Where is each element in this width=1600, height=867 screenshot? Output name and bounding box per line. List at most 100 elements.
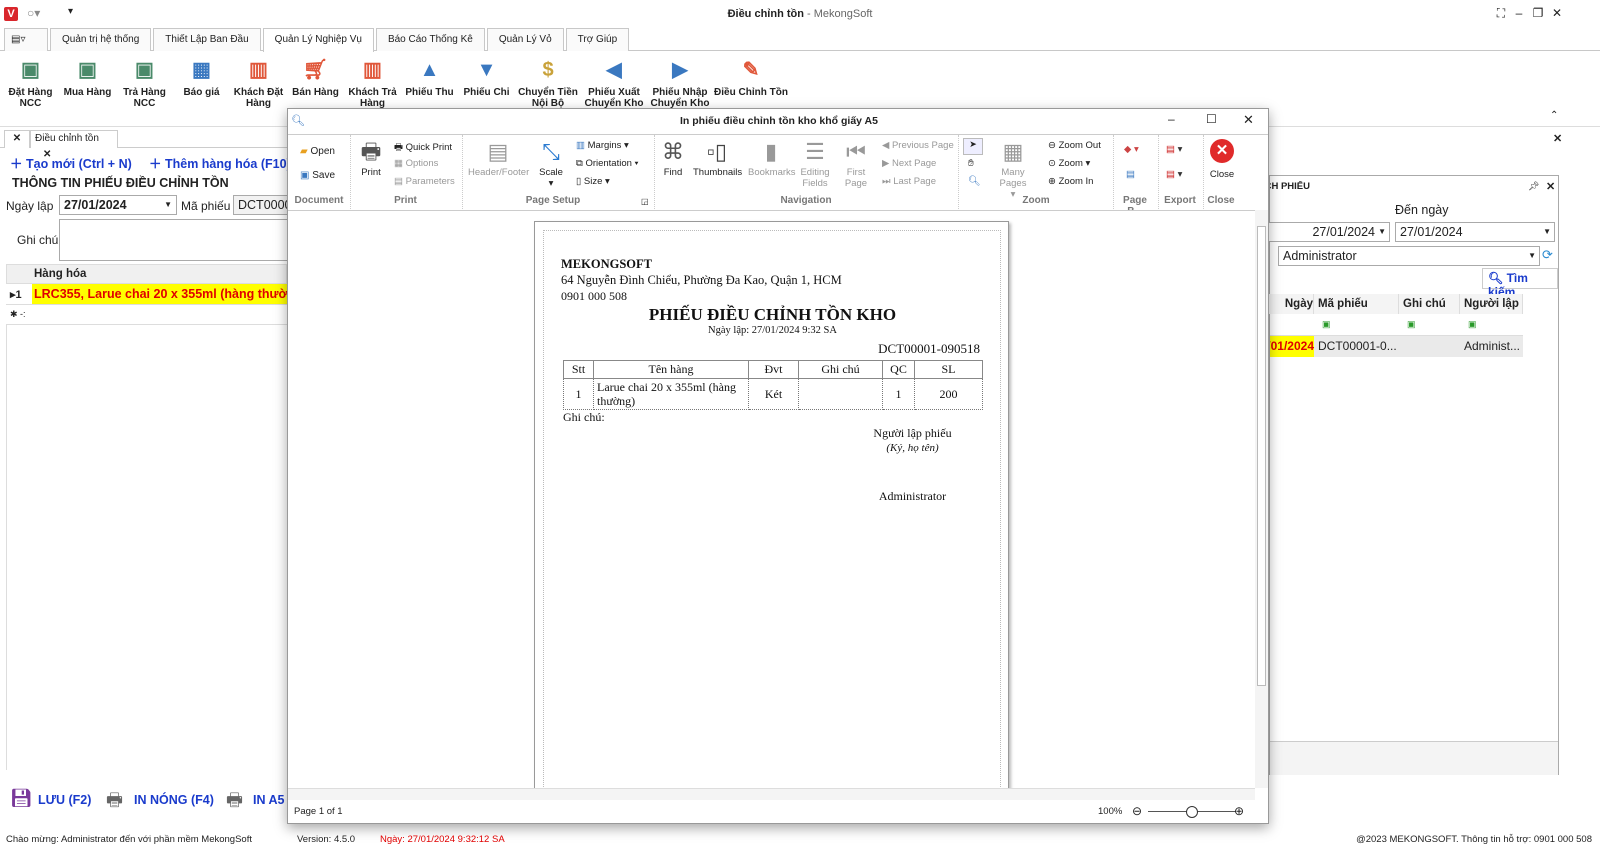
- save-button[interactable]: ▣ Save: [300, 170, 335, 181]
- dialog-close-button[interactable]: ✕: [1243, 112, 1254, 128]
- status-bar: Chào mừng: Administrator đến với phần mề…: [0, 830, 1600, 850]
- close-panel-icon[interactable]: ✕: [1553, 132, 1562, 145]
- tab-quan-tri[interactable]: Quản trị hệ thống: [50, 28, 152, 51]
- close-all-tabs-icon[interactable]: ✕: [4, 130, 30, 148]
- hand-tool-icon[interactable]: ✋︎: [968, 158, 974, 169]
- ribbon-mua-hang[interactable]: ▣ Mua Hàng: [59, 51, 116, 126]
- orientation-button[interactable]: ⧉ Orientation ▾: [576, 158, 639, 169]
- margins-button[interactable]: ▥ Margins ▾: [576, 140, 629, 151]
- watermark-button[interactable]: ▤: [1126, 169, 1135, 180]
- contact-add-icon: ▣: [78, 59, 97, 81]
- row-item-cell[interactable]: LRC355, Larue chai 20 x 355ml (hàng thườ…: [32, 284, 287, 304]
- zoom-slider-minus-icon[interactable]: ⊖: [1132, 804, 1142, 818]
- vertical-scrollbar[interactable]: [1255, 210, 1268, 788]
- tab-tro-giup[interactable]: Trợ Giúp: [565, 28, 630, 51]
- filter-row[interactable]: ▣ ▣ ▣: [1270, 314, 1523, 336]
- tab-thiet-lap[interactable]: Thiết Lập Ban Đầu: [153, 28, 261, 51]
- header-footer-button[interactable]: ▤ Header/Footer: [468, 137, 529, 178]
- print-hot-button[interactable]: IN NÓNG (F4): [134, 793, 214, 807]
- export-pdf-button[interactable]: ▤ ▾: [1166, 144, 1182, 155]
- app-menu-button[interactable]: ▤▿: [4, 28, 48, 51]
- collapse-ribbon-icon[interactable]: ⌃: [1550, 110, 1558, 121]
- bookmarks-button[interactable]: ▮ Bookmarks: [748, 137, 796, 178]
- scrollbar-thumb[interactable]: [1257, 226, 1266, 686]
- fullscreen-icon[interactable]: ⛶: [1492, 6, 1510, 21]
- pointer-tool-button[interactable]: ➤: [963, 138, 983, 155]
- tab-quan-ly-nghiep-vu[interactable]: Quản Lý Nghiệp Vụ: [262, 28, 374, 52]
- save-button[interactable]: LƯU (F2): [38, 793, 91, 807]
- ribbon-label: Phiếu Thu: [405, 87, 454, 98]
- restore-button[interactable]: ❐: [1529, 6, 1547, 20]
- tab-bao-cao[interactable]: Báo Cáo Thống Kê: [375, 28, 485, 51]
- filter-icon[interactable]: ▣: [1322, 319, 1331, 330]
- new-row[interactable]: ✱ -:: [6, 305, 287, 325]
- status-date: Ngày: 27/01/2024 9:32:12 SA: [380, 834, 505, 845]
- horizontal-scrollbar[interactable]: [288, 788, 1255, 800]
- close-window-button[interactable]: ✕: [1548, 6, 1566, 20]
- grid-row[interactable]: ▸1 LRC355, Larue chai 20 x 355ml (hàng t…: [6, 284, 287, 305]
- scale-button[interactable]: ⤡ Scale ▾: [536, 137, 566, 189]
- note-input[interactable]: [59, 219, 294, 261]
- magnifier-tool-icon[interactable]: 🔍︎: [968, 176, 981, 187]
- folder-icon: ▰: [300, 146, 308, 157]
- find-button[interactable]: ⌘ Find: [660, 137, 686, 178]
- zoom-button[interactable]: ⊙ Zoom ▾: [1048, 158, 1090, 169]
- zoom-slider-thumb[interactable]: [1186, 806, 1198, 818]
- zoom-slider-plus-icon[interactable]: ⊕: [1234, 804, 1244, 818]
- refresh-icon[interactable]: ⟳: [1542, 247, 1553, 263]
- previous-page-button[interactable]: ◀ Previous Page: [882, 140, 954, 151]
- print-a5-button[interactable]: IN A5: [253, 793, 285, 807]
- grid-header-hang-hoa: Hàng hóa: [34, 268, 87, 280]
- printer-icon: 🖶: [360, 139, 382, 164]
- table-row[interactable]: 27/01/2024 DCT00001-0... Administ...: [1270, 336, 1523, 357]
- ribbon-tra-hang-ncc[interactable]: ▣ Trả Hàng NCC: [116, 51, 173, 126]
- quick-print-button[interactable]: 🖶 Quick Print: [394, 140, 452, 156]
- filter-icon[interactable]: ▣: [1407, 319, 1416, 330]
- cell-dvt: Két: [748, 378, 799, 410]
- code-field[interactable]: DCT0000: [233, 195, 293, 215]
- search-button[interactable]: 🔍︎ Tìm kiếm: [1482, 268, 1558, 299]
- col-ngay-lap[interactable]: Ngày lập: [1266, 294, 1314, 314]
- pin-icon[interactable]: 📌︎: [1528, 181, 1539, 192]
- first-page-button[interactable]: ⏮ First Page: [841, 137, 871, 189]
- minimize-button[interactable]: –: [1510, 6, 1528, 20]
- doc-tab-dieu-chinh-ton[interactable]: Điều chỉnh tồn ✕: [30, 130, 118, 160]
- report-code: DCT00001-090518: [878, 341, 980, 356]
- page-color-button[interactable]: ◆ ▾: [1124, 144, 1139, 155]
- many-pages-button[interactable]: ▦ Many Pages ▾: [988, 137, 1038, 200]
- open-button[interactable]: ▰ Open: [300, 146, 335, 157]
- print-button[interactable]: 🖶 Print: [356, 137, 386, 178]
- options-button[interactable]: ▦ Options: [394, 158, 438, 169]
- last-page-button[interactable]: ⏭ Last Page: [882, 176, 936, 187]
- to-date-picker[interactable]: 27/01/2024 ▼: [1395, 222, 1555, 242]
- size-button[interactable]: ▯ Size ▾: [576, 176, 610, 187]
- zoom-out-button[interactable]: ⊖ Zoom Out: [1048, 140, 1101, 151]
- parameters-button[interactable]: ▤ Parameters: [394, 176, 455, 187]
- editing-fields-button[interactable]: ☰ Editing Fields: [797, 137, 833, 189]
- zoom-slider[interactable]: [1148, 806, 1236, 818]
- date-value: 27/01/2024: [64, 198, 127, 212]
- next-page-button[interactable]: ▶ Next Page: [882, 158, 936, 169]
- ribbon-dat-hang-ncc[interactable]: ▣ Đặt Hàng NCC: [2, 51, 59, 126]
- ribbon-bao-gia[interactable]: ▦ Báo giá: [173, 51, 230, 126]
- close-panel-icon[interactable]: ✕: [1546, 180, 1555, 193]
- filter-icon[interactable]: ▣: [1468, 319, 1477, 330]
- dialog-maximize-button[interactable]: ☐: [1206, 112, 1217, 126]
- tab-quan-ly-vo[interactable]: Quản Lý Vỏ: [486, 28, 564, 51]
- ribbon-khach-dat-hang[interactable]: ▥ Khách Đặt Hàng: [230, 51, 287, 126]
- col-nguoi-lap[interactable]: Người lập: [1460, 294, 1523, 314]
- ribbon-label: Bán Hàng: [292, 87, 339, 98]
- page-setup-dialog-launcher[interactable]: ◲: [641, 197, 649, 206]
- close-preview-button[interactable]: ✕ Close: [1208, 137, 1236, 180]
- col-ghi-chu[interactable]: Ghi chú: [1399, 294, 1460, 314]
- send-pdf-button[interactable]: ▤ ▾: [1166, 169, 1182, 180]
- new-button[interactable]: ＋ Tạo mới (Ctrl + N): [10, 153, 132, 172]
- thumbnails-button[interactable]: ▫▯ Thumbnails: [693, 137, 742, 178]
- user-select[interactable]: Administrator ▼: [1278, 246, 1540, 266]
- next-icon: ▶: [882, 158, 890, 169]
- col-ma-phieu[interactable]: Mã phiếu: [1314, 294, 1399, 314]
- date-picker[interactable]: 27/01/2024 ▼: [59, 195, 177, 215]
- add-item-button[interactable]: ＋ Thêm hàng hóa (F10): [149, 153, 291, 172]
- zoom-in-button[interactable]: ⊕ Zoom In: [1048, 176, 1093, 187]
- dialog-minimize-button[interactable]: –: [1168, 112, 1175, 126]
